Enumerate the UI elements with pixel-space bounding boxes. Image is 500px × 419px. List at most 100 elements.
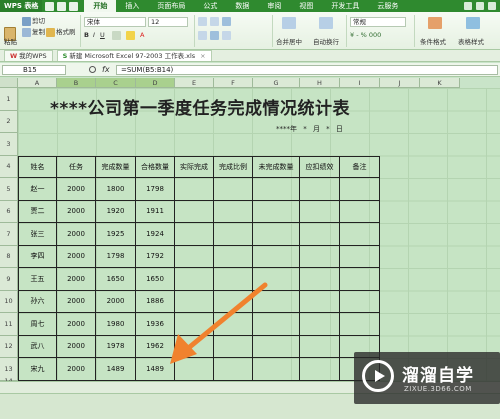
row-header-10[interactable]: 10: [0, 290, 18, 313]
align-right-icon[interactable]: [222, 31, 231, 40]
table-style-button[interactable]: 表格样式: [458, 38, 484, 46]
bold-icon[interactable]: B: [84, 31, 89, 39]
tab-3[interactable]: 公式: [194, 0, 226, 12]
border-icon[interactable]: [112, 31, 121, 40]
copy-button[interactable]: 复制: [32, 28, 45, 36]
column-header-f[interactable]: F: [214, 78, 253, 88]
table-cell[interactable]: [175, 313, 214, 336]
merge-center-icon[interactable]: [282, 17, 296, 29]
tab-2[interactable]: 页面布局: [148, 0, 194, 12]
table-cell[interactable]: 2000: [57, 245, 96, 268]
table-cell[interactable]: 1962: [136, 335, 175, 358]
table-cell[interactable]: [300, 313, 340, 336]
table-cell[interactable]: [214, 313, 253, 336]
italic-icon[interactable]: I: [93, 31, 95, 39]
formula-input[interactable]: =SUM(B5:B14): [116, 65, 498, 75]
table-cell[interactable]: [214, 268, 253, 291]
table-cell[interactable]: [340, 200, 380, 223]
table-cell[interactable]: 周七: [18, 313, 57, 336]
table-cell[interactable]: 实际完成: [175, 155, 214, 178]
table-cell[interactable]: 1978: [96, 335, 136, 358]
table-cell[interactable]: [175, 268, 214, 291]
table-cell[interactable]: [175, 335, 214, 358]
table-cell[interactable]: 宋九: [18, 358, 57, 381]
table-cell[interactable]: 1800: [96, 178, 136, 201]
table-cell[interactable]: [340, 313, 380, 336]
table-cell[interactable]: [340, 223, 380, 246]
table-cell[interactable]: [214, 178, 253, 201]
table-cell[interactable]: 2000: [57, 268, 96, 291]
save-icon[interactable]: [45, 1, 55, 11]
table-cell[interactable]: [340, 290, 380, 313]
tab-6[interactable]: 视图: [290, 0, 322, 12]
table-cell[interactable]: [214, 200, 253, 223]
table-cell[interactable]: 1924: [136, 223, 175, 246]
table-cell[interactable]: 1798: [96, 245, 136, 268]
conditional-format-icon[interactable]: [428, 17, 442, 29]
table-cell[interactable]: 李四: [18, 245, 57, 268]
conditional-format-button[interactable]: 条件格式: [420, 38, 446, 46]
redo-icon[interactable]: [69, 1, 79, 11]
tab-1[interactable]: 插入: [116, 0, 148, 12]
table-cell[interactable]: [300, 223, 340, 246]
name-box[interactable]: B15: [2, 65, 66, 75]
fx-icon[interactable]: fx: [102, 65, 110, 74]
table-cell[interactable]: 贾二: [18, 200, 57, 223]
table-cell[interactable]: [214, 335, 253, 358]
column-header-c[interactable]: C: [96, 78, 136, 88]
row-header-5[interactable]: 5: [0, 178, 18, 201]
column-header-j[interactable]: J: [380, 78, 420, 88]
font-size-select[interactable]: 12: [148, 17, 188, 27]
column-header-e[interactable]: E: [175, 78, 214, 88]
table-cell[interactable]: 武八: [18, 335, 57, 358]
table-cell[interactable]: 备注: [340, 155, 380, 178]
table-cell[interactable]: 1911: [136, 200, 175, 223]
table-cell[interactable]: [340, 245, 380, 268]
row-header-6[interactable]: 6: [0, 200, 18, 223]
table-cell[interactable]: [253, 223, 300, 246]
column-header-b[interactable]: B: [57, 78, 96, 88]
table-cell[interactable]: [214, 223, 253, 246]
align-center-icon[interactable]: [210, 31, 219, 40]
table-cell[interactable]: [300, 200, 340, 223]
table-cell[interactable]: [253, 335, 300, 358]
tab-7[interactable]: 开发工具: [322, 0, 368, 12]
table-cell[interactable]: 完成比例: [214, 155, 253, 178]
row-header-2[interactable]: 2: [0, 110, 18, 133]
table-cell[interactable]: 未完成数量: [253, 155, 300, 178]
table-cell[interactable]: 1489: [96, 358, 136, 381]
table-cell[interactable]: [253, 200, 300, 223]
restore-icon[interactable]: [476, 2, 484, 10]
wps-menu-button[interactable]: WPS 表格: [0, 0, 43, 12]
column-header-k[interactable]: K: [420, 78, 460, 88]
table-cell[interactable]: [300, 335, 340, 358]
table-cell[interactable]: 孙六: [18, 290, 57, 313]
table-cell[interactable]: [300, 178, 340, 201]
table-cell[interactable]: [300, 245, 340, 268]
table-cell[interactable]: [214, 245, 253, 268]
row-header-11[interactable]: 11: [0, 313, 18, 336]
table-cell[interactable]: 2000: [57, 223, 96, 246]
table-cell[interactable]: 2000: [57, 313, 96, 336]
number-format-select[interactable]: 常规: [350, 17, 406, 27]
format-painter-button[interactable]: 格式刷: [56, 28, 76, 36]
table-cell[interactable]: 1792: [136, 245, 175, 268]
table-cell[interactable]: 张三: [18, 223, 57, 246]
table-cell[interactable]: 2000: [57, 200, 96, 223]
table-cell[interactable]: 1798: [136, 178, 175, 201]
table-cell[interactable]: [253, 245, 300, 268]
table-cell[interactable]: 1925: [96, 223, 136, 246]
table-cell[interactable]: [175, 223, 214, 246]
table-cell[interactable]: 1650: [96, 268, 136, 291]
format-painter-icon[interactable]: [46, 28, 55, 37]
cut-button[interactable]: 剪切: [32, 17, 45, 25]
tab-my-wps[interactable]: W 我的WPS: [4, 50, 53, 61]
font-color-icon[interactable]: A: [140, 31, 144, 39]
table-cell[interactable]: [300, 268, 340, 291]
table-cell[interactable]: 1980: [96, 313, 136, 336]
tab-workbook[interactable]: S 新建 Microsoft Excel 97-2003 工作表.xls ×: [56, 50, 212, 61]
table-cell[interactable]: [340, 178, 380, 201]
table-cell[interactable]: [214, 290, 253, 313]
tab-8[interactable]: 云服务: [368, 0, 407, 12]
row-header-1[interactable]: 1: [0, 88, 18, 111]
